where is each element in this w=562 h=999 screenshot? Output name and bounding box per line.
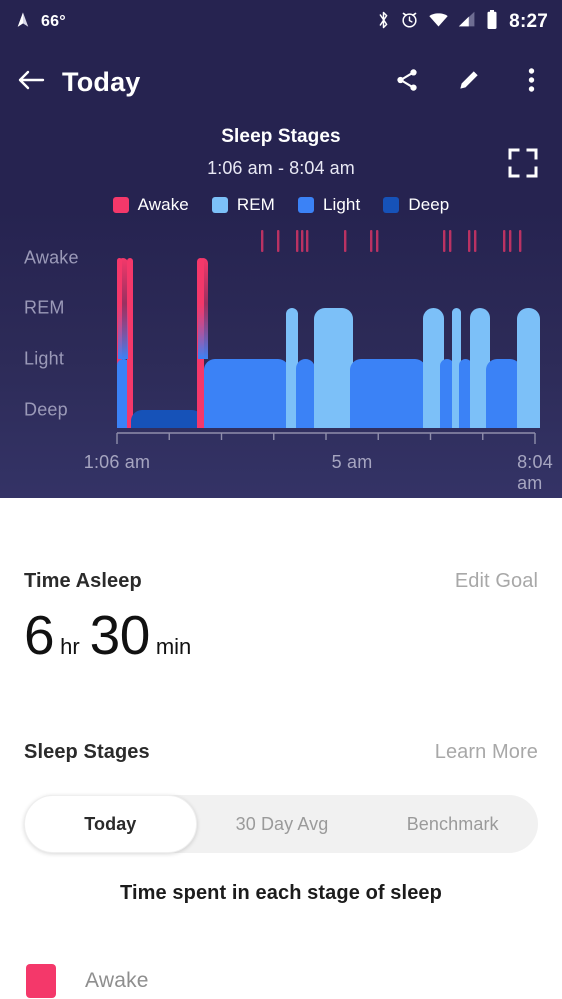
awake-spike (198, 258, 208, 359)
wave-segment (314, 308, 353, 428)
awake-tick (370, 230, 373, 252)
chart-legend: Awake REM Light Deep (0, 195, 562, 215)
overflow-menu-button[interactable] (500, 54, 562, 110)
legend-item-deep: Deep (383, 195, 449, 215)
legend-label-rem: REM (236, 195, 275, 214)
back-arrow-icon (17, 68, 45, 97)
time-asleep-label: Time Asleep (24, 570, 142, 592)
status-bar-left: 66° (14, 11, 66, 34)
wave-segment (131, 410, 203, 428)
awake-tick (301, 230, 304, 252)
weather-temperature: 66° (41, 13, 66, 30)
tab-30-day-avg[interactable]: 30 Day Avg (197, 795, 368, 853)
sleep-stages-label: Sleep Stages (24, 741, 150, 763)
time-asleep-minutes-unit: min (155, 634, 192, 659)
awake-tick (296, 230, 299, 252)
breakdown-swatch-awake (26, 964, 56, 998)
stage-range-tabs: Today 30 Day Avg Benchmark (24, 795, 538, 853)
awake-tick (277, 230, 280, 252)
awake-tick (344, 230, 347, 252)
awake-tick (474, 230, 477, 252)
awake-tick (519, 230, 522, 252)
status-bar-clock: 8:27 (509, 11, 548, 32)
x-axis-label-end: 8:04 am (517, 452, 553, 493)
wave-segment (296, 359, 315, 428)
navigation-icon (14, 11, 32, 34)
edit-button[interactable] (438, 54, 500, 110)
details-panel: Time Asleep Edit Goal 6 hr 30 min Sleep … (0, 498, 562, 999)
alarm-icon (400, 10, 419, 34)
sleep-waveform (117, 230, 540, 428)
wifi-icon (428, 11, 449, 33)
status-bar-right: 8:27 (376, 9, 548, 35)
awake-tick (509, 230, 512, 252)
stage-breakdown-subhead: Time spent in each stage of sleep (120, 882, 442, 904)
legend-item-rem: REM (211, 195, 275, 215)
wave-segment (350, 359, 426, 428)
chart-title: Sleep Stages (221, 126, 341, 147)
legend-swatch-light (297, 197, 314, 213)
wave-segment (204, 359, 289, 428)
fullscreen-icon (508, 148, 538, 182)
learn-more-link[interactable]: Learn More (435, 741, 538, 764)
x-axis-label-mid: 5 am (331, 452, 373, 472)
awake-spike (118, 258, 128, 359)
awake-tick (503, 230, 506, 252)
wave-segment (486, 359, 521, 428)
legend-swatch-awake (112, 197, 129, 213)
awake-tick (376, 230, 379, 252)
awake-tick (306, 230, 309, 252)
time-asleep-hours-unit: hr (60, 634, 80, 659)
wave-segment (517, 308, 540, 428)
bluetooth-icon (376, 10, 391, 35)
share-button[interactable] (376, 54, 438, 110)
time-asleep-hours: 6 (24, 604, 55, 666)
legend-swatch-rem (211, 197, 228, 213)
awake-tick (261, 230, 264, 252)
awake-tick (443, 230, 446, 252)
time-asleep-minutes: 30 (89, 604, 151, 666)
stage-breakdown-legend-awake: Awake (26, 964, 149, 998)
tab-benchmark[interactable]: Benchmark (367, 795, 538, 853)
sleep-stage-plot: Awake REM Light Deep (0, 228, 562, 428)
sleep-detail-screen: 66° 8:27 Today Sleep Stages 1:06 am - 8:… (0, 0, 562, 999)
share-icon (394, 67, 420, 98)
legend-label-deep: Deep (408, 195, 450, 214)
breakdown-label-awake: Awake (85, 969, 149, 992)
fullscreen-button[interactable] (508, 148, 538, 178)
time-asleep-value: 6 hr 30 min (24, 608, 201, 663)
status-bar: 66° 8:27 (0, 0, 562, 44)
tab-today[interactable]: Today (24, 795, 197, 853)
x-axis (116, 432, 536, 444)
battery-icon (486, 9, 498, 35)
legend-item-awake: Awake (112, 195, 189, 215)
legend-swatch-deep (383, 197, 400, 213)
legend-label-awake: Awake (137, 195, 189, 214)
wave-segment (440, 359, 454, 428)
cellular-signal-icon (458, 11, 477, 33)
x-axis-label-start: 1:06 am (83, 452, 151, 472)
awake-tick (468, 230, 471, 252)
x-axis-labels: 1:06 am 5 am 8:04 am (0, 452, 562, 493)
legend-label-light: Light (322, 195, 361, 214)
edit-goal-link[interactable]: Edit Goal (455, 570, 538, 593)
legend-item-light: Light (297, 195, 361, 215)
time-asleep-header: Time Asleep Edit Goal (0, 570, 562, 593)
sleep-stages-header: Sleep Stages Learn More (0, 741, 562, 764)
awake-tick (449, 230, 452, 252)
back-button[interactable] (0, 68, 62, 97)
page-title: Today (62, 66, 141, 97)
more-vertical-icon (528, 67, 535, 98)
app-bar-actions (376, 54, 562, 110)
pencil-icon (456, 67, 482, 98)
app-bar: Today (0, 50, 562, 114)
chart-time-range: 1:06 am - 8:04 am (207, 158, 355, 178)
